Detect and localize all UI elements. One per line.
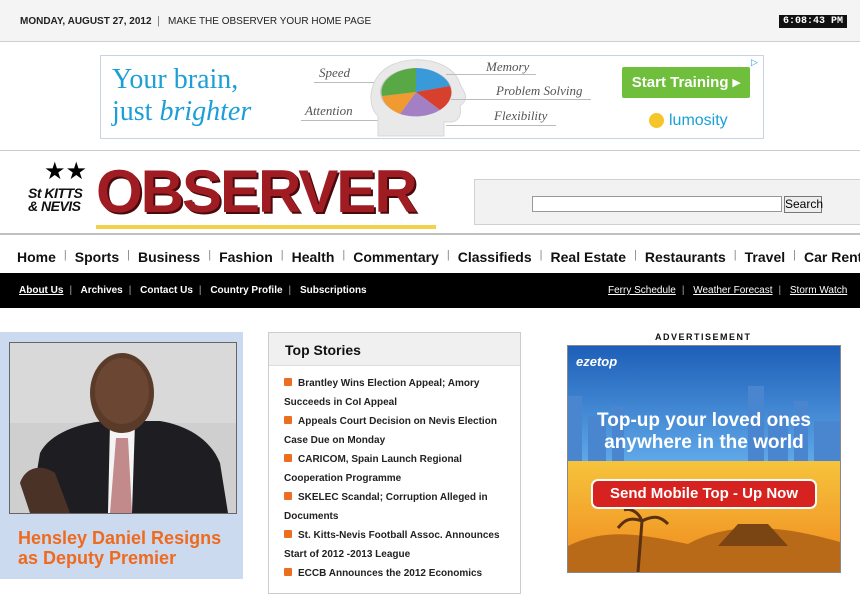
nav-divider: | (634, 249, 637, 261)
subnav-divider: | (681, 285, 685, 296)
bullet-icon (284, 416, 292, 424)
ad-label-attention: Attention (305, 103, 353, 118)
side-ad[interactable]: ezetop Top-up your loved ones anywhere i… (567, 345, 841, 573)
adchoices-icon[interactable]: ▷ (751, 57, 758, 68)
link-about-us[interactable]: About Us (19, 285, 63, 296)
current-date: MONDAY, AUGUST 27, 2012 (20, 16, 152, 27)
bullet-icon (284, 492, 292, 500)
lumosity-logo-icon (649, 113, 664, 128)
link-ferry-schedule[interactable]: Ferry Schedule (608, 285, 676, 296)
link-archives[interactable]: Archives (80, 285, 122, 296)
nav-car-rentals[interactable]: Car Rentals (804, 249, 860, 265)
make-home-page-link[interactable]: MAKE THE OBSERVER YOUR HOME PAGE (168, 16, 371, 27)
link-country-profile[interactable]: Country Profile (210, 285, 282, 296)
sub-nav: About Us | Archives | Contact Us | Country … (0, 273, 860, 308)
top-bar: MONDAY, AUGUST 27, 2012 | MAKE THE OBSER… (0, 0, 860, 42)
observer-logo[interactable]: ★★ St KITTS & NEVIS OBSERVER (26, 157, 438, 231)
send-top-up-button[interactable]: Send Mobile Top - Up Now (592, 485, 816, 502)
ezetop-ad-art (568, 346, 840, 572)
advertisement-label: ADVERTISEMENT (655, 332, 752, 342)
side-ad-headline2: anywhere in the world (604, 432, 804, 453)
nav-health[interactable]: Health (292, 249, 335, 265)
nav-divider: | (342, 249, 346, 261)
ad-leader-line (446, 125, 556, 126)
nav-divider: | (446, 249, 450, 261)
top-stories-panel: Top Stories Brantley Wins Election Appea… (268, 332, 521, 594)
nav-fashion[interactable]: Fashion (219, 249, 273, 265)
subnav-divider: | (198, 285, 202, 296)
side-ad-headline1: Top-up your loved ones (597, 410, 811, 431)
nav-restaurants[interactable]: Restaurants (645, 249, 726, 265)
masthead: ★★ St KITTS & NEVIS OBSERVER Search (0, 150, 860, 233)
ad-label-memory: Memory (486, 59, 530, 74)
nav-sports[interactable]: Sports (75, 249, 119, 265)
link-subscriptions[interactable]: Subscriptions (300, 285, 367, 296)
subnav-divider: | (128, 285, 132, 296)
story-item[interactable]: SKELEC Scandal; Corruption Alleged in Do… (284, 488, 514, 526)
nav-home[interactable]: Home (17, 249, 56, 265)
stars-icon: ★★ (44, 158, 88, 185)
story-item[interactable]: CARICOM, Spain Launch Regional Cooperati… (284, 450, 514, 488)
link-storm-watch[interactable]: Storm Watch (790, 285, 847, 296)
link-contact-us[interactable]: Contact Us (140, 285, 193, 296)
ad-label-flexibility: Flexibility (494, 108, 548, 123)
ezetop-brand: ezetop (576, 354, 618, 369)
link-weather-forecast[interactable]: Weather Forecast (693, 285, 772, 296)
ad-leader-line (451, 99, 591, 100)
subnav-divider: | (69, 285, 73, 296)
story-item[interactable]: ECCB Announces the 2012 Economics (284, 564, 514, 583)
top-stories-header: Top Stories (269, 333, 520, 366)
main-nav: Home | Sports | Business | Fashion | Health |… (0, 233, 860, 275)
clock: 6:08:43 PM (779, 15, 847, 28)
bullet-icon (284, 378, 292, 386)
feature-story: Hensley Daniel Resigns as Deputy Premier (0, 332, 243, 579)
search-input[interactable] (532, 196, 782, 212)
nav-divider: | (127, 249, 130, 261)
ad-label-speed: Speed (319, 65, 351, 80)
ad-headline-line1: Your brain, (112, 64, 239, 95)
start-training-button[interactable]: Start Training ▸ (622, 67, 750, 98)
story-item[interactable]: Brantley Wins Election Appeal; Amory Suc… (284, 374, 514, 412)
nav-divider: | (733, 249, 737, 261)
nav-divider: | (793, 249, 796, 261)
bullet-icon (284, 454, 292, 462)
person-photo-icon (10, 343, 236, 513)
search-area: Search (474, 179, 860, 225)
ad-label-problem-solving: Problem Solving (496, 83, 583, 98)
subnav-divider: | (288, 285, 292, 296)
nav-commentary[interactable]: Commentary (353, 249, 439, 265)
separator: | (157, 15, 160, 27)
logo-stkitts-nevis: St KITTS & NEVIS (28, 185, 83, 214)
banner-ad[interactable]: Your brain, just brighter Speed Attentio… (100, 55, 764, 139)
nav-travel[interactable]: Travel (745, 249, 785, 265)
story-item[interactable]: Appeals Court Decision on Nevis Election… (284, 412, 514, 450)
nav-divider: | (208, 249, 212, 261)
top-stories-title: Top Stories (285, 342, 361, 358)
nav-business[interactable]: Business (138, 249, 200, 265)
search-button[interactable]: Search (784, 196, 823, 213)
feature-headline[interactable]: Hensley Daniel Resigns as Deputy Premier (18, 528, 238, 568)
bullet-icon (284, 530, 292, 538)
feature-photo[interactable] (9, 342, 237, 514)
logo-underline (96, 225, 436, 229)
nav-divider: | (539, 249, 543, 261)
subnav-divider: | (778, 285, 782, 296)
bullet-icon (284, 568, 292, 576)
story-item[interactable]: St. Kitts-Nevis Football Assoc. Announce… (284, 526, 514, 564)
logo-wordmark: OBSERVER (96, 158, 418, 225)
nav-real-estate[interactable]: Real Estate (551, 249, 626, 265)
nav-divider: | (280, 249, 284, 261)
ad-headline-line2: just brighter (112, 96, 252, 127)
nav-divider: | (63, 249, 67, 261)
nav-classifieds[interactable]: Classifieds (458, 249, 532, 265)
lumosity-brand: lumosity (669, 112, 728, 129)
